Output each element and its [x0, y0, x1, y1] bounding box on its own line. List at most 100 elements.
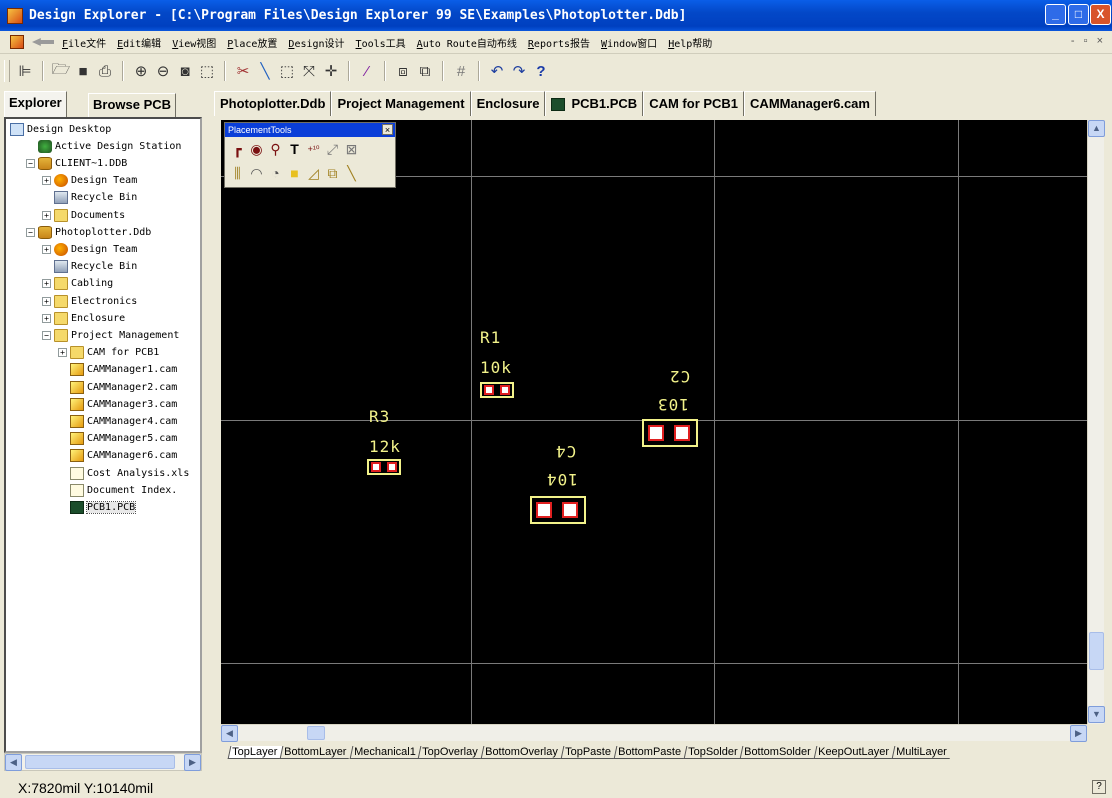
arc-center-icon[interactable]: ◠	[247, 164, 266, 183]
placement-tools-palette[interactable]: PlacementTools × ┏ ◉ ⚲ T +¹⁰ ⤢ ⊠ ⫼ ◠ ◔ ■…	[224, 122, 396, 188]
undo-icon[interactable]: ↶	[486, 60, 508, 82]
route-icon[interactable]: ┏	[228, 140, 247, 159]
tree-node[interactable]: + Cabling	[42, 276, 113, 292]
expand-icon[interactable]: +	[42, 313, 51, 323]
component-icon[interactable]: ⫼	[228, 164, 247, 183]
pad[interactable]	[562, 502, 578, 518]
component-value[interactable]: 103	[657, 395, 689, 414]
expand-icon[interactable]: +	[42, 210, 51, 220]
tab-explorer[interactable]: Explorer	[4, 91, 67, 117]
help-indicator[interactable]: ?	[1092, 780, 1106, 794]
project-tree[interactable]: Design Desktop Active Design Station − CLIE…	[4, 117, 202, 753]
pad-icon[interactable]: ◉	[247, 140, 266, 159]
menu-item[interactable]: Tools工具	[356, 35, 406, 50]
layer-tab[interactable]: BottomPaste	[613, 745, 687, 759]
pad[interactable]	[674, 425, 690, 441]
scroll-up-button[interactable]: ▲	[1088, 120, 1105, 137]
open-icon[interactable]: 🗁	[50, 60, 72, 82]
toolbar-grip[interactable]	[4, 60, 10, 82]
minimize-button[interactable]: _	[1045, 4, 1066, 25]
scroll-thumb[interactable]	[307, 726, 325, 740]
document-tab[interactable]: CAM for PCB1	[643, 91, 745, 116]
component-designator[interactable]: R1	[480, 330, 501, 346]
tree-horizontal-scrollbar[interactable]: ◀ ▶	[4, 753, 202, 771]
scroll-left-button[interactable]: ◀	[221, 725, 238, 742]
tree-node[interactable]: + Documents	[42, 207, 125, 223]
zoom-out-icon[interactable]: ⊖	[152, 60, 174, 82]
tree-node[interactable]: CAMManager4.cam	[58, 413, 177, 429]
expand-icon[interactable]: +	[58, 348, 67, 358]
polygon-icon[interactable]: ◿	[304, 164, 323, 183]
project-icon[interactable]: ⊫	[14, 60, 36, 82]
browse-icon[interactable]: ⧉	[414, 60, 436, 82]
tree-node[interactable]: CAMManager3.cam	[58, 396, 177, 412]
canvas-vertical-scrollbar[interactable]: ▲ ▼	[1087, 120, 1105, 724]
tree-node[interactable]: − CLIENT~1.DDB	[26, 155, 127, 171]
move-icon[interactable]: ✛	[320, 60, 342, 82]
menu-item[interactable]: Auto Route自动布线	[417, 35, 517, 50]
palette-title-bar[interactable]: PlacementTools ×	[225, 123, 395, 137]
layer-tab[interactable]: BottomOverlay	[480, 745, 564, 759]
deselect-icon[interactable]: ⤧	[298, 60, 320, 82]
document-tab[interactable]: Project Management	[331, 91, 471, 116]
fill-icon[interactable]: ■	[285, 164, 304, 183]
tree-node[interactable]: + CAM for PCB1	[58, 345, 159, 361]
scroll-right-button[interactable]: ▶	[1070, 725, 1087, 742]
tree-node[interactable]: + Enclosure	[42, 310, 125, 326]
wand-icon[interactable]: ⁄	[356, 60, 378, 82]
component-value[interactable]: 12k	[369, 439, 401, 455]
layer-tab[interactable]: BottomSolder	[739, 745, 817, 759]
tree-node[interactable]: + Electronics	[42, 293, 137, 309]
dimension-icon[interactable]: ⤢	[323, 140, 342, 159]
collapse-icon[interactable]: −	[26, 158, 35, 168]
select-icon[interactable]: ⬚	[276, 60, 298, 82]
collapse-icon[interactable]: −	[26, 227, 35, 237]
app-icon[interactable]	[7, 7, 23, 24]
help-icon[interactable]: ?	[530, 60, 552, 82]
component-footprint[interactable]	[480, 382, 514, 398]
tree-node[interactable]: Cost Analysis.xls	[58, 465, 189, 481]
document-tab[interactable]: PCB1.PCB	[545, 91, 644, 116]
menu-item[interactable]: View视图	[172, 35, 216, 50]
pad[interactable]	[500, 385, 510, 395]
menu-item[interactable]: Place放置	[227, 35, 277, 50]
tree-node[interactable]: Recycle Bin	[42, 259, 137, 275]
tree-node[interactable]: + Design Team	[42, 173, 137, 189]
coordinate-icon[interactable]: +¹⁰	[304, 140, 323, 159]
layer-tab[interactable]: BottomLayer	[279, 745, 353, 759]
tree-node[interactable]: − Project Management	[42, 327, 179, 343]
expand-icon[interactable]: +	[42, 296, 51, 306]
via-icon[interactable]: ⚲	[266, 140, 285, 159]
library-icon[interactable]: ⧈	[392, 60, 414, 82]
pad[interactable]	[648, 425, 664, 441]
layer-tab[interactable]: MultiLayer	[891, 745, 952, 759]
system-menu-icon[interactable]	[10, 35, 24, 49]
layer-tab[interactable]: TopSolder	[683, 745, 743, 759]
layer-tab[interactable]: Mechanical1	[349, 745, 421, 759]
string-icon[interactable]: T	[285, 140, 304, 159]
scroll-right-button[interactable]: ▶	[184, 754, 201, 771]
layer-tab[interactable]: TopPaste	[560, 745, 617, 759]
close-button[interactable]: X	[1090, 4, 1111, 25]
line-icon[interactable]: ╲	[342, 164, 361, 183]
tree-node[interactable]: Recycle Bin	[42, 190, 137, 206]
scroll-thumb[interactable]	[1089, 632, 1104, 670]
expand-icon[interactable]: +	[42, 176, 51, 186]
pad[interactable]	[387, 462, 397, 472]
scroll-down-button[interactable]: ▼	[1088, 706, 1105, 723]
print-icon[interactable]: ⎙	[94, 60, 116, 82]
document-tab[interactable]: Photoplotter.Ddb	[214, 91, 332, 116]
document-window-controls[interactable]: - ▫ ×	[1071, 35, 1106, 47]
menu-item[interactable]: Reports报告	[528, 35, 590, 50]
cross-icon[interactable]: ⊠	[342, 140, 361, 159]
component-footprint[interactable]	[642, 419, 698, 447]
component-designator[interactable]: C2	[669, 367, 690, 386]
document-tab[interactable]: Enclosure	[470, 91, 546, 116]
tree-node[interactable]: PCB1.PCB	[58, 499, 137, 515]
split-plane-icon[interactable]: ⧉	[323, 164, 342, 183]
component-value[interactable]: 10k	[480, 360, 512, 376]
scroll-left-button[interactable]: ◀	[5, 754, 22, 771]
menu-item[interactable]: Design设计	[288, 35, 344, 50]
menu-item[interactable]: Help帮助	[668, 35, 712, 50]
menu-item[interactable]: File文件	[62, 35, 106, 50]
